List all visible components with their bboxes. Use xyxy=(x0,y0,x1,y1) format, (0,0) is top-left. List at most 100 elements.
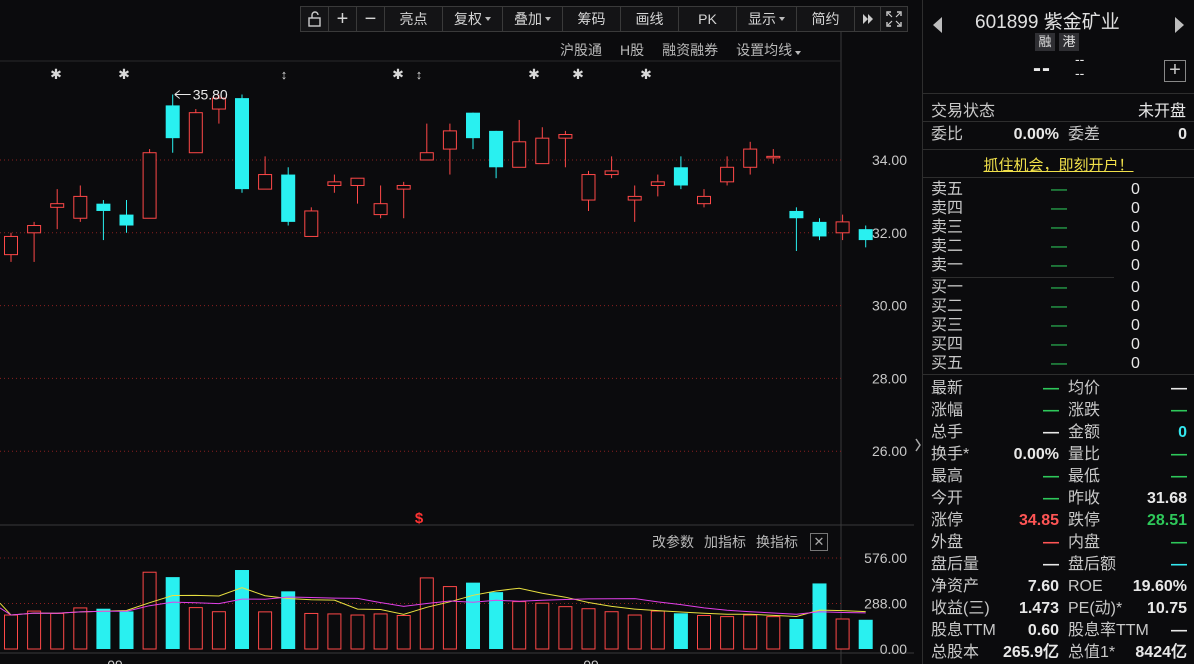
candle-body xyxy=(281,174,296,222)
overlay-button[interactable]: 叠加 xyxy=(503,7,563,31)
sell-level-volume: 0 xyxy=(1131,200,1140,217)
candle-body xyxy=(673,167,688,186)
fullscreen-button[interactable] xyxy=(881,7,907,31)
volume-bar xyxy=(142,571,157,650)
buy-level-row[interactable]: 买四 — 0 xyxy=(931,335,1141,354)
candle-body xyxy=(720,166,735,183)
indicator-bar: 改参数 加指标 换指标 ✕ xyxy=(652,532,828,552)
close-icon[interactable]: ✕ xyxy=(810,533,828,551)
buy-level-row[interactable]: 买二 — 0 xyxy=(931,297,1141,316)
add-indicator-button[interactable]: 加指标 xyxy=(704,532,746,552)
highlight-button[interactable]: 亮点 xyxy=(385,7,443,31)
volume-bar xyxy=(96,608,111,649)
quote-value: 8424亿 xyxy=(1135,644,1187,661)
quote-row: 股息TTM 0.60 股息率TTM — xyxy=(931,620,1187,642)
sell-level-price: — xyxy=(1051,219,1067,236)
quote-value: 10.75 xyxy=(1146,600,1187,617)
candle-body xyxy=(419,152,434,161)
volume-bar xyxy=(258,611,273,650)
quote-row: 净资产 7.60 ROE 19.60% xyxy=(931,576,1187,598)
quote-value: — xyxy=(1171,534,1187,551)
chips-button[interactable]: 筹码 xyxy=(563,7,621,31)
next-page-button[interactable] xyxy=(855,7,881,31)
panel-collapse-handle[interactable] xyxy=(914,436,922,464)
sell-level-row[interactable]: 卖二 — 0 xyxy=(931,237,1141,256)
event-star-icon: ✱ xyxy=(528,66,540,82)
price-tick-label: 32.00 xyxy=(872,225,907,241)
event-star-icon: ✱ xyxy=(50,66,62,82)
buy-level-price: — xyxy=(1051,355,1067,372)
add-watchlist-button[interactable]: + xyxy=(1164,60,1186,82)
switch-indicator-button[interactable]: 换指标 xyxy=(756,532,798,552)
quote-value: 0.60 xyxy=(1027,622,1059,639)
quote-value: — xyxy=(1171,468,1187,485)
overlay-label: 叠加 xyxy=(514,11,542,27)
divider xyxy=(923,374,1194,375)
event-star-icon: ✱ xyxy=(640,66,652,82)
candle-body xyxy=(535,137,550,165)
hk-connect-link[interactable]: 沪股通 xyxy=(560,40,602,60)
sell-level-volume: 0 xyxy=(1131,238,1140,255)
sell-level-row[interactable]: 卖一 — 0 xyxy=(931,256,1141,275)
adjust-button[interactable]: 复权 xyxy=(443,7,503,31)
sell-level-price: — xyxy=(1051,257,1067,274)
change-value: -- xyxy=(1075,51,1085,67)
kline-chart[interactable]: 34.00 32.00 30.00 28.00 26.00 576.00 288.00 0.0… xyxy=(0,0,914,664)
prev-stock-icon[interactable] xyxy=(933,17,942,33)
quote-row: 今开 — 昨收 31.68 xyxy=(931,488,1187,510)
chevron-down-icon xyxy=(779,17,785,21)
volume-bar xyxy=(419,577,434,650)
quote-row: 换手* 0.00% 量比 — xyxy=(931,444,1187,466)
edit-params-button[interactable]: 改参数 xyxy=(652,532,694,552)
open-account-link[interactable]: 抓住机会，即刻开户！ xyxy=(923,154,1194,175)
order-diff-value: 0 xyxy=(1178,126,1187,143)
sell-level-row[interactable]: 卖五 — 0 xyxy=(931,180,1141,199)
zoom-in-button[interactable]: + xyxy=(329,7,357,31)
candle-body xyxy=(50,203,65,208)
dividend-marker-icon: $ xyxy=(415,510,424,527)
quote-label: 内盘 xyxy=(1068,534,1101,551)
quote-value: — xyxy=(1043,380,1059,397)
quote-label: ROE xyxy=(1068,578,1103,595)
zoom-out-button[interactable]: − xyxy=(357,7,385,31)
draw-line-button[interactable]: 画线 xyxy=(621,7,679,31)
sell-level-volume: 0 xyxy=(1131,257,1140,274)
sell-level-row[interactable]: 卖三 — 0 xyxy=(931,218,1141,237)
display-label: 显示 xyxy=(748,11,776,27)
buy-level-price: — xyxy=(1051,336,1067,353)
quote-label: 涨跌 xyxy=(1068,402,1101,419)
next-stock-icon[interactable] xyxy=(1175,17,1184,33)
price-tick-label: 30.00 xyxy=(872,298,907,314)
date-tick-label: 09 xyxy=(583,657,599,664)
quote-label: 量比 xyxy=(1068,446,1101,463)
event-star-icon: ✱ xyxy=(572,66,584,82)
ma-settings-link[interactable]: 设置均线 xyxy=(736,40,802,60)
candle-body xyxy=(766,155,781,159)
divider xyxy=(923,121,1194,122)
margin-trading-link[interactable]: 融资融券 xyxy=(662,40,718,60)
buy-level-row[interactable]: 买五 — 0 xyxy=(931,354,1141,373)
display-button[interactable]: 显示 xyxy=(737,7,797,31)
chart-subbar: 沪股通 H股 融资融券 设置均线 xyxy=(560,40,802,60)
volume-bar xyxy=(512,601,527,650)
quote-row: 涨幅 — 涨跌 — xyxy=(931,400,1187,422)
buy-level-label: 买五 xyxy=(931,355,964,372)
lock-button[interactable] xyxy=(301,7,329,31)
h-share-link[interactable]: H股 xyxy=(620,40,644,60)
quote-row: 收益(三) 1.473 PE(动)* 10.75 xyxy=(931,598,1187,620)
sell-level-row[interactable]: 卖四 — 0 xyxy=(931,199,1141,218)
quote-value: 34.85 xyxy=(1018,512,1059,529)
quote-value: 7.60 xyxy=(1027,578,1059,595)
quote-label: 股息TTM xyxy=(931,622,996,639)
current-price: -- xyxy=(1033,55,1051,82)
sell-level-label: 卖五 xyxy=(931,181,964,198)
simple-mode-button[interactable]: 简约 xyxy=(797,7,855,31)
buy-level-row[interactable]: 买三 — 0 xyxy=(931,316,1141,335)
sell-level-label: 卖一 xyxy=(931,257,964,274)
candle-body xyxy=(73,195,88,219)
buy-level-row[interactable]: 买一 — 0 xyxy=(931,278,1141,297)
kline-chart-area[interactable]: 34.00 32.00 30.00 28.00 26.00 576.00 288.00 0.0… xyxy=(0,0,914,664)
price-tick-label: 28.00 xyxy=(872,370,907,386)
pk-button[interactable]: PK xyxy=(679,7,737,31)
quote-row: 最高 — 最低 — xyxy=(931,466,1187,488)
